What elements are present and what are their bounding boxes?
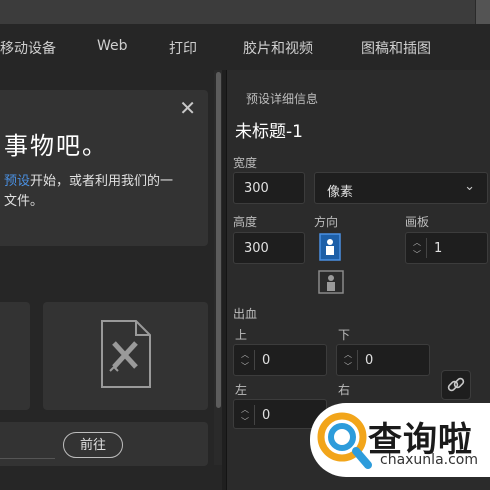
stepper-separator [254,405,255,425]
bleed-top-stepper[interactable]: ︿ ﹀ 0 [233,344,327,376]
width-field[interactable]: 300 [233,172,305,204]
welcome-text-line2: 文件。 [4,194,44,209]
bleed-label: 出血 [233,307,258,321]
tab-web[interactable]: Web [97,38,128,54]
stepper-arrows-icon[interactable]: ︿ ﹀ [411,237,423,261]
stepper-separator [357,350,358,370]
template-search-underline [0,458,55,459]
tab-art-illustration[interactable]: 图稿和插图 [361,38,431,58]
width-value: 300 [244,181,269,196]
window-title-bar [0,0,490,24]
close-icon[interactable]: ✕ [179,96,196,120]
welcome-text-rest: 开始，或者利用我们的一 [30,174,174,189]
bleed-right-label: 右 [338,383,351,397]
link-bleed-button[interactable] [441,370,471,400]
magnifier-logo-icon [317,412,372,469]
bleed-bottom-label: 下 [338,328,351,342]
stepper-arrows-icon[interactable]: ︿ ﹀ [342,349,354,373]
bleed-bottom-value: 0 [365,353,374,368]
welcome-heading: 事物吧。 [4,132,108,160]
watermark-domain: chaxunla.com [380,452,478,468]
goto-button[interactable]: 前往 [63,432,123,458]
height-field[interactable]: 300 [233,232,305,264]
stepper-separator [426,238,427,258]
tab-print[interactable]: 打印 [169,38,197,58]
stepper-arrows-icon[interactable]: ︿ ﹀ [239,404,251,428]
unit-dropdown[interactable]: 像素 ⌄ [314,172,488,204]
preset-details-label: 预设详细信息 [246,92,319,106]
orientation-label: 方向 [314,215,339,229]
chevron-down-icon: ⌄ [464,179,475,194]
document-title[interactable]: 未标题-1 [235,117,303,142]
welcome-card: ✕ 事物吧。 预设开始，或者利用我们的一 文件。 [0,90,208,246]
window-edge [475,0,490,24]
width-label: 宽度 [233,156,258,170]
bleed-top-value: 0 [262,353,271,368]
landscape-orientation-icon[interactable] [318,270,344,294]
artboards-value: 1 [434,241,443,256]
artboards-label: 画板 [405,215,430,229]
tab-film-video[interactable]: 胶片和视频 [243,38,313,58]
stepper-separator [254,350,255,370]
unit-value: 像素 [327,185,354,200]
artboards-stepper[interactable]: ︿ ﹀ 1 [405,232,488,264]
template-card-partial[interactable] [0,302,30,410]
height-value: 300 [244,241,269,256]
bleed-left-label: 左 [235,383,248,397]
bleed-top-label: 上 [235,328,248,342]
stepper-arrows-icon[interactable]: ︿ ﹀ [239,349,251,373]
tab-mobile[interactable]: 移动设备 [0,38,56,58]
bleed-bottom-stepper[interactable]: ︿ ﹀ 0 [336,344,430,376]
chain-link-icon [447,377,465,392]
portrait-orientation-icon[interactable] [319,233,341,261]
height-label: 高度 [233,215,258,229]
preset-link[interactable]: 预设 [4,174,30,189]
bleed-left-value: 0 [262,408,271,423]
document-pencil-ruler-icon [101,320,151,388]
welcome-text-line1: 预设开始，或者利用我们的一 [4,170,173,189]
preset-category-tabs: 移动设备 Web 打印 胶片和视频 图稿和插图 [0,24,490,70]
scrollbar-thumb[interactable] [216,72,221,408]
